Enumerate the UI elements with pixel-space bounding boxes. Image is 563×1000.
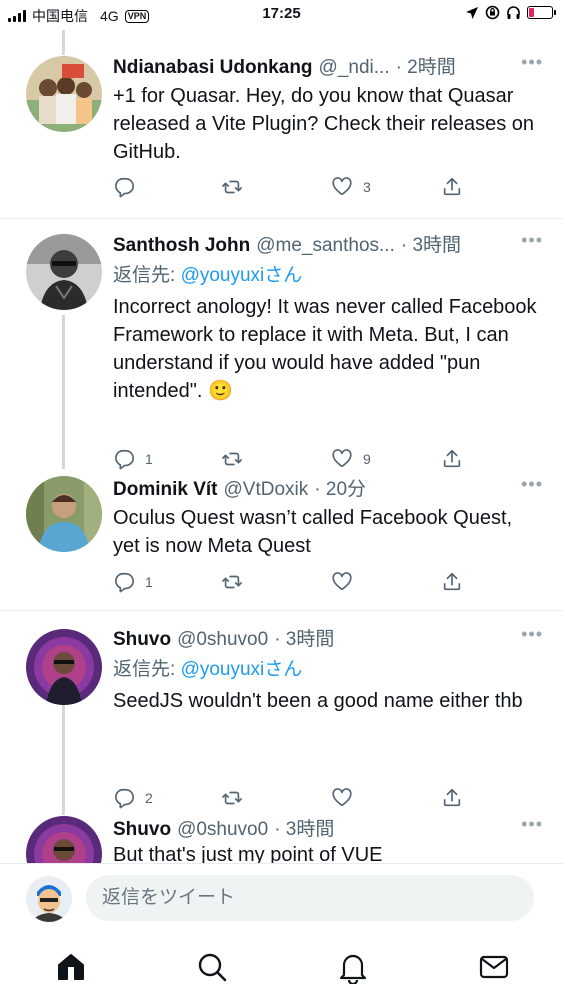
more-icon[interactable]: ••• [521, 230, 543, 251]
reply-count: 1 [145, 451, 153, 467]
retweet-button[interactable] [221, 448, 243, 470]
share-button[interactable] [441, 571, 463, 593]
search-icon [198, 953, 227, 982]
tweet-time[interactable]: · 3時間 [274, 624, 334, 651]
tweet-time[interactable]: · 3時間 [274, 814, 334, 841]
share-icon [443, 572, 461, 591]
author-handle: @VtDoxik [223, 479, 309, 500]
retweet-button[interactable] [221, 176, 243, 198]
retweet-icon [222, 452, 242, 466]
reply-thread[interactable]: Ndianabasi Udonkang @_ndi... · 2時間 ••• +… [0, 30, 563, 863]
avatar[interactable] [26, 476, 102, 552]
share-button[interactable] [441, 448, 463, 470]
author-name[interactable]: Shuvo [113, 629, 171, 651]
like-count: 3 [363, 179, 371, 195]
more-icon[interactable]: ••• [521, 624, 543, 645]
reply-prefix: 返信先: [113, 265, 181, 286]
reply-icon [115, 788, 134, 809]
heart-icon [332, 572, 352, 591]
author-name[interactable]: Shuvo [113, 819, 171, 841]
home-icon [58, 954, 84, 980]
author-handle: @_ndi... [318, 57, 390, 78]
avatar[interactable] [26, 876, 72, 922]
like-button[interactable]: 3 [331, 176, 371, 198]
reply-composer [0, 863, 563, 934]
tab-home[interactable] [54, 950, 88, 984]
reply-icon [115, 449, 134, 470]
reply-button[interactable]: 1 [113, 571, 153, 593]
author-handle: @me_santhos... [256, 235, 395, 256]
tweet-time[interactable]: · 3時間 [401, 230, 461, 257]
like-count: 9 [363, 451, 371, 467]
reply-to-user-link[interactable]: @youyuxi [181, 265, 265, 286]
share-icon [443, 788, 461, 807]
reply-icon [115, 177, 134, 198]
bell-icon [339, 954, 367, 986]
reply-count: 1 [145, 574, 153, 590]
reply-input[interactable] [86, 875, 534, 921]
avatar[interactable] [26, 629, 102, 705]
battery-icon [527, 6, 556, 19]
reply-icon [115, 572, 134, 593]
reply-suffix: さん [264, 265, 303, 286]
reply-button[interactable]: 1 [113, 448, 153, 470]
avatar[interactable] [26, 234, 102, 310]
headphones-icon [507, 6, 520, 19]
status-bar: 中国电信 4G VPN 17:25 [0, 0, 563, 30]
author-handle: @0shuvo0 [177, 629, 269, 650]
retweet-icon [222, 575, 242, 589]
retweet-icon [222, 791, 242, 805]
heart-icon [332, 788, 352, 807]
reply-button[interactable]: 2 [113, 787, 153, 809]
avatar[interactable] [26, 56, 102, 132]
tab-search[interactable] [195, 950, 229, 984]
tab-messages[interactable] [477, 950, 511, 984]
tweet-text: Oculus Quest wasn’t called Facebook Ques… [113, 507, 513, 557]
tab-notifications[interactable] [336, 950, 370, 986]
envelope-icon [479, 955, 509, 979]
share-icon [443, 449, 461, 468]
tweet[interactable]: Shuvo @0shuvo0 · 3時間 ••• But that's just… [0, 808, 563, 863]
tweet-text: +1 for Quasar. Hey, do you know that Qua… [113, 85, 534, 163]
reply-button[interactable] [113, 176, 145, 198]
like-button[interactable] [331, 787, 363, 809]
retweet-button[interactable] [221, 787, 243, 809]
tweet[interactable]: Shuvo @0shuvo0 · 3時間 ••• 返信先: @youyuxiさん… [0, 611, 563, 809]
reply-count: 2 [145, 790, 153, 806]
more-icon[interactable]: ••• [521, 474, 543, 495]
retweet-icon [222, 180, 242, 194]
retweet-button[interactable] [221, 571, 243, 593]
heart-icon [332, 449, 352, 468]
heart-icon [332, 177, 352, 196]
reply-context: 返信先: @youyuxiさん [113, 654, 543, 681]
tweet[interactable]: Dominik Vít @VtDoxik · 20分 ••• Oculus Qu… [0, 471, 563, 610]
author-name[interactable]: Santhosh John [113, 235, 250, 257]
author-name[interactable]: Dominik Vít [113, 479, 218, 501]
like-button[interactable]: 9 [331, 448, 371, 470]
share-button[interactable] [441, 787, 463, 809]
more-icon[interactable]: ••• [521, 52, 543, 73]
location-icon [466, 6, 478, 19]
reply-to-user-link[interactable]: @youyuxi [181, 659, 265, 680]
reply-prefix: 返信先: [113, 659, 181, 680]
author-handle: @0shuvo0 [177, 819, 269, 840]
reply-context: 返信先: @youyuxiさん [113, 260, 543, 287]
like-button[interactable] [331, 571, 363, 593]
tweet-text: But that's just my point of VUE [113, 844, 383, 863]
author-name[interactable]: Ndianabasi Udonkang [113, 57, 313, 79]
reply-suffix: さん [264, 659, 303, 680]
share-icon [443, 177, 461, 196]
tweet-text: SeedJS wouldn't been a good name either … [113, 690, 523, 712]
tweet-text: Incorrect anology! It was never called F… [113, 296, 537, 402]
tweet-time[interactable]: · 2時間 [396, 52, 456, 79]
avatar[interactable] [26, 816, 102, 863]
share-button[interactable] [441, 176, 463, 198]
tweet-time[interactable]: · 20分 [314, 474, 366, 501]
rotation-lock-icon [485, 5, 500, 20]
tweet[interactable]: Santhosh John @me_santhos... · 3時間 ••• 返… [0, 219, 563, 471]
bottom-tab-bar [0, 933, 563, 1000]
tweet[interactable]: Ndianabasi Udonkang @_ndi... · 2時間 ••• +… [0, 30, 563, 218]
more-icon[interactable]: ••• [521, 814, 543, 835]
